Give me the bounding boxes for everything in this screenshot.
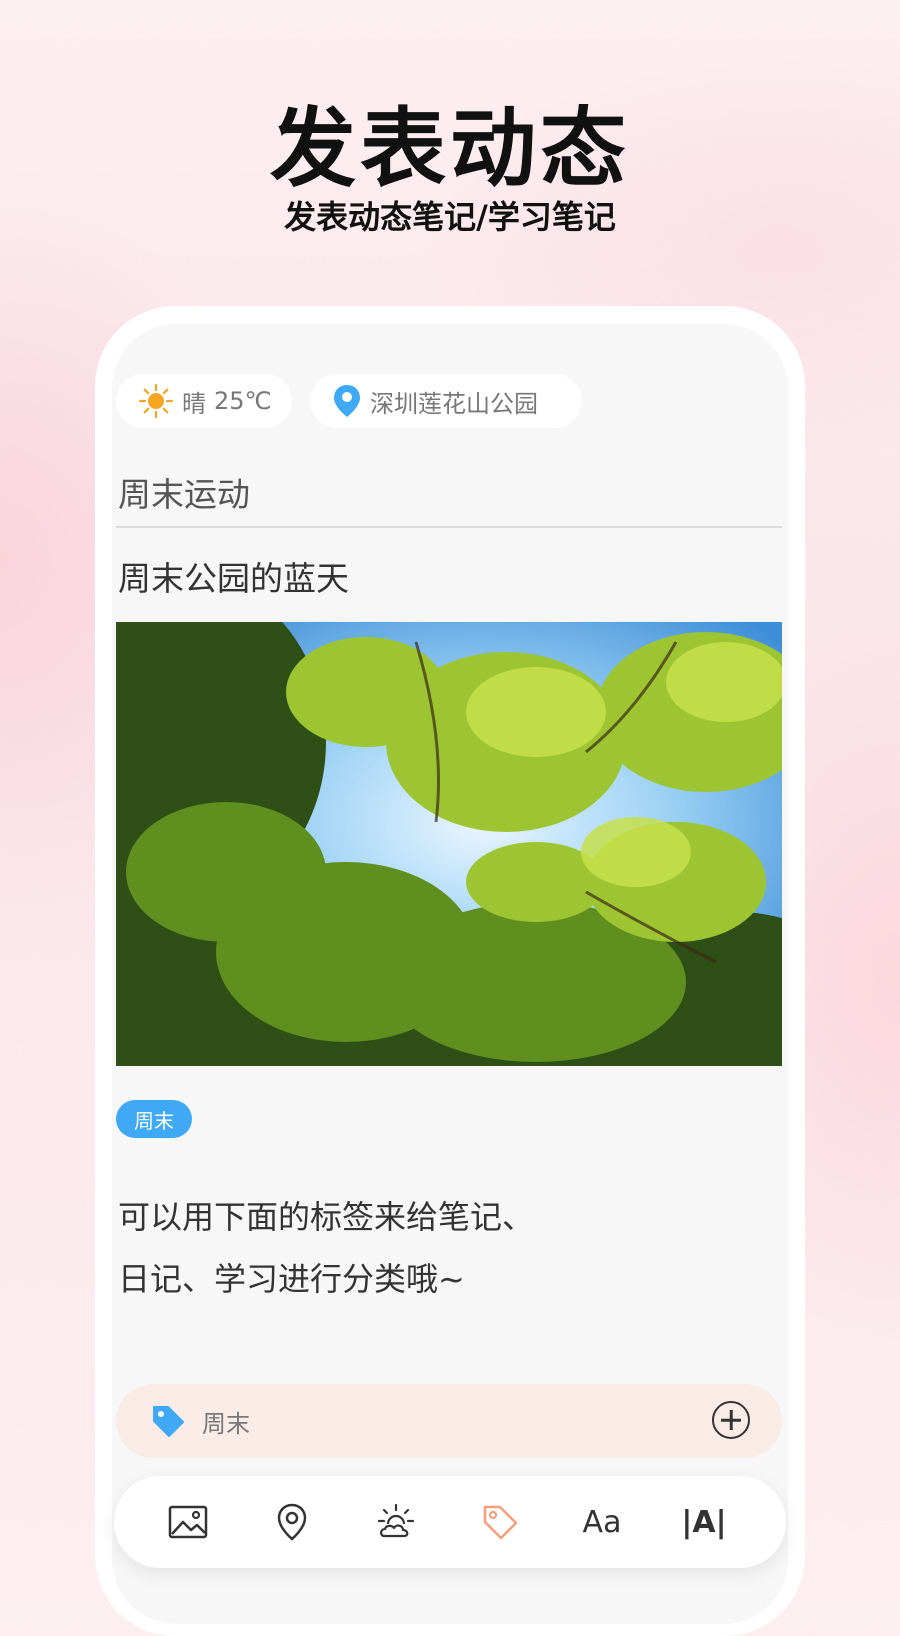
post-tag-badge[interactable]: 周末 [116, 1100, 192, 1138]
location-pin-icon [332, 383, 362, 419]
hero-subtitle: 发表动态笔记/学习笔记 [284, 198, 616, 236]
tree-canopy-image [116, 622, 782, 1066]
location-icon[interactable] [264, 1494, 320, 1550]
location-chip[interactable]: 深圳莲花山公园 [310, 374, 582, 428]
tag-input-bar[interactable]: 周末 [116, 1384, 782, 1458]
tag-icon-active[interactable] [472, 1494, 528, 1550]
body-line: 可以用下面的标签来给笔记、 [118, 1198, 535, 1236]
text-format-icon[interactable]: |A| [676, 1494, 732, 1550]
post-title-input[interactable]: 周末运动 [118, 468, 250, 516]
image-icon[interactable] [160, 1494, 216, 1550]
plus-circle-icon[interactable] [712, 1401, 750, 1439]
post-photo[interactable] [116, 622, 782, 1066]
font-icon[interactable]: Aa [574, 1494, 630, 1550]
weather-label: 晴 [182, 389, 206, 418]
tag-input-field[interactable]: 周末 [202, 1404, 250, 1439]
weather-chip[interactable]: 晴 25℃ [116, 374, 292, 428]
post-subtitle-input[interactable]: 周末公园的蓝天 [118, 552, 349, 600]
location-label: 深圳莲花山公园 [370, 389, 538, 418]
hero-title: 发表动态 [270, 99, 630, 199]
temperature-label: 25℃ [214, 387, 272, 415]
post-body-text[interactable]: 可以用下面的标签来给笔记、 日记、学习进行分类哦~ [118, 1186, 758, 1310]
tag-icon [150, 1403, 186, 1439]
body-line: 日记、学习进行分类哦~ [118, 1260, 465, 1298]
divider [116, 526, 782, 528]
sun-icon [138, 383, 174, 419]
weather-icon[interactable] [368, 1494, 424, 1550]
editor-toolbar: Aa |A| [114, 1476, 786, 1568]
